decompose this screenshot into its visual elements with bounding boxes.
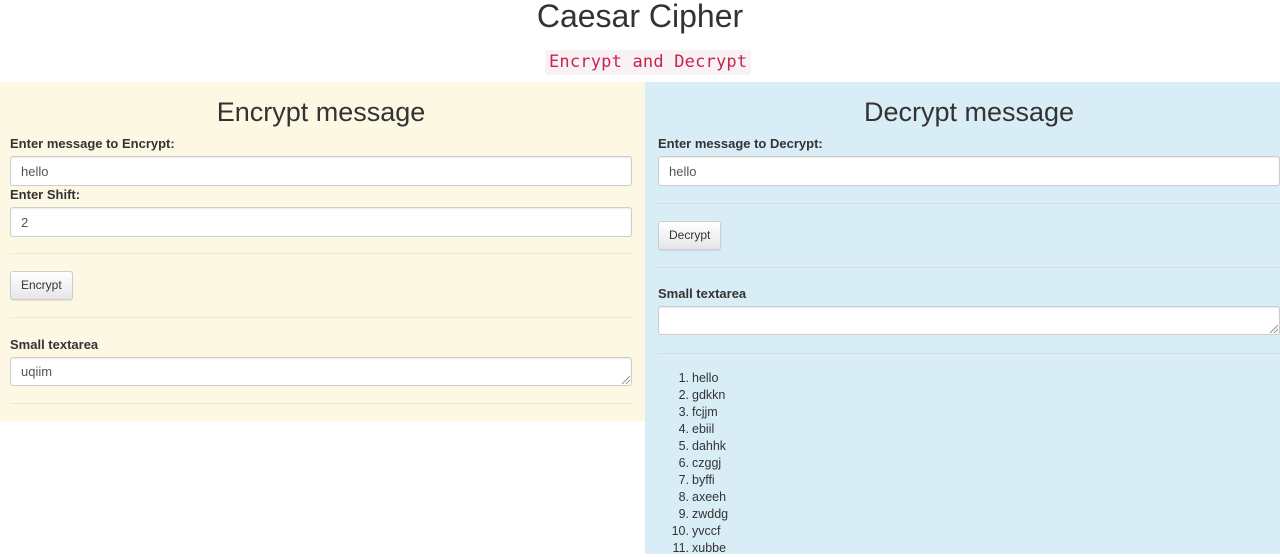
- result-text: hello: [692, 371, 719, 385]
- divider: [10, 317, 632, 318]
- result-number: 7.: [678, 473, 689, 487]
- result-number: 3.: [678, 405, 689, 419]
- result-number: 9.: [678, 507, 689, 521]
- result-text: gdkkn: [692, 388, 726, 402]
- divider: [658, 267, 1280, 268]
- result-number: 5.: [678, 439, 689, 453]
- result-text: ebiil: [692, 422, 715, 436]
- encrypt-panel: Encrypt message Enter message to Encrypt…: [0, 82, 645, 421]
- encrypt-output-textarea[interactable]: uqiim: [10, 357, 632, 386]
- encrypt-button[interactable]: Encrypt: [10, 271, 73, 300]
- decrypt-output-label: Small textarea: [658, 286, 747, 301]
- encrypt-message-input[interactable]: [10, 156, 632, 186]
- result-text: fcjjm: [692, 405, 718, 419]
- shift-label: Enter Shift:: [10, 187, 81, 202]
- result-text: zwddg: [692, 507, 729, 521]
- encrypt-message-label: Enter message to Encrypt:: [10, 136, 175, 151]
- result-text: byffi: [692, 473, 715, 487]
- result-number: 1.: [678, 371, 689, 385]
- page-subtitle: Encrypt and Decrypt: [545, 50, 752, 75]
- result-number: 4.: [678, 422, 689, 436]
- encrypt-output-label: Small textarea: [10, 337, 99, 352]
- divider: [658, 203, 1280, 204]
- result-number: 6.: [678, 456, 689, 470]
- page-title: Caesar Cipher: [536, 0, 744, 34]
- decrypt-output-textarea[interactable]: [658, 306, 1280, 335]
- result-text: yvccf: [692, 524, 721, 538]
- divider: [10, 403, 632, 404]
- divider: [10, 253, 632, 254]
- decrypt-heading: Decrypt message: [863, 97, 1075, 127]
- result-text: dahhk: [692, 439, 727, 453]
- encrypt-heading: Encrypt message: [216, 97, 426, 127]
- decrypt-message-label: Enter message to Decrypt:: [658, 136, 823, 151]
- page-header: Caesar Cipher Encrypt and Decrypt: [0, 0, 1280, 82]
- result-text: xubbe: [692, 541, 727, 555]
- result-number: 11.: [672, 541, 689, 555]
- shift-input[interactable]: [10, 207, 632, 237]
- result-number: 8.: [678, 490, 689, 504]
- decrypt-message-input[interactable]: [658, 156, 1280, 186]
- result-number: 2.: [678, 388, 689, 402]
- result-text: czggj: [692, 456, 722, 470]
- decrypt-panel: Decrypt message Enter message to Decrypt…: [645, 82, 1280, 555]
- result-text: axeeh: [692, 490, 727, 504]
- divider: [658, 353, 1280, 354]
- result-number: 10.: [671, 524, 689, 538]
- decrypt-button[interactable]: Decrypt: [658, 221, 722, 250]
